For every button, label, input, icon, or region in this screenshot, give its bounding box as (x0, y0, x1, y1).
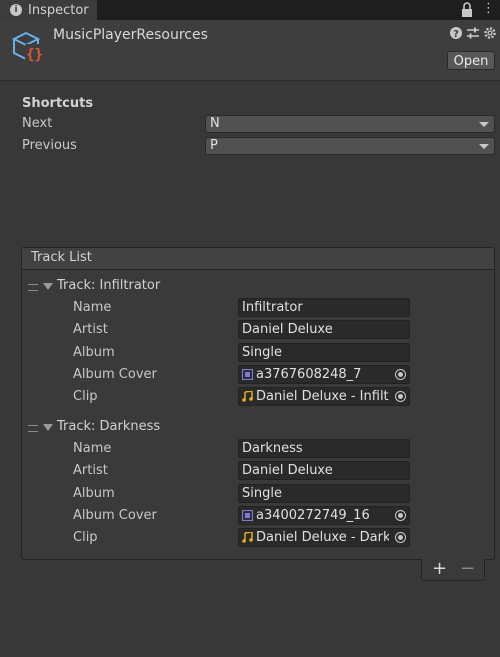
chevron-down-icon (479, 144, 489, 149)
previous-label: Previous (22, 138, 77, 153)
album-cover-value: a3767608248_7 (256, 367, 362, 382)
artist-field[interactable]: Daniel Deluxe (238, 320, 410, 339)
tab-inspector[interactable]: i Inspector (0, 0, 97, 20)
shortcuts-header: Shortcuts (22, 96, 94, 111)
object-picker-icon[interactable] (395, 532, 406, 543)
foldout-arrow-icon[interactable] (43, 283, 53, 290)
album-cover-value: a3400272749_16 (256, 508, 370, 523)
name-field[interactable]: Darkness (238, 439, 410, 458)
track-foldout-title[interactable]: Track: Infiltrator (57, 278, 160, 293)
tab-bar: i Inspector ⋮ (0, 0, 500, 20)
asset-title: MusicPlayerResources (53, 27, 208, 43)
album-field[interactable]: Single (238, 343, 410, 362)
track-list-header[interactable]: Track List (22, 248, 494, 270)
object-picker-icon[interactable] (395, 369, 406, 380)
clip-field[interactable]: Daniel Deluxe - Infiltrator (238, 387, 410, 406)
previous-key-value: P (210, 138, 218, 153)
drag-handle-icon[interactable] (28, 284, 38, 291)
clip-value: Daniel Deluxe - Infiltrator (256, 389, 389, 404)
info-icon: i (10, 4, 22, 16)
artist-field[interactable]: Daniel Deluxe (238, 461, 410, 480)
sprite-icon (242, 510, 253, 521)
name-field[interactable]: Infiltrator (238, 298, 410, 317)
clip-label: Clip (73, 530, 98, 545)
lock-icon[interactable] (460, 2, 474, 18)
album-label: Album (73, 486, 115, 501)
artist-label: Artist (73, 322, 108, 337)
next-key-value: N (210, 116, 220, 131)
list-footer: + − (421, 559, 485, 581)
audio-clip-icon (242, 532, 253, 543)
object-picker-icon[interactable] (395, 391, 406, 402)
preset-sliders-icon[interactable] (466, 26, 480, 40)
svg-text:?: ? (453, 29, 459, 40)
remove-element-button[interactable]: − (460, 559, 475, 579)
album-cover-label: Album Cover (73, 508, 157, 523)
tab-label: Inspector (28, 2, 89, 18)
clip-value: Daniel Deluxe - Darkness (256, 530, 389, 545)
sprite-icon (242, 369, 253, 380)
script-asset-icon: {} (11, 31, 44, 63)
clip-label: Clip (73, 389, 98, 404)
kebab-menu-icon[interactable]: ⋮ (482, 2, 495, 18)
clip-field[interactable]: Daniel Deluxe - Darkness (238, 528, 410, 547)
chevron-down-icon (479, 122, 489, 127)
audio-clip-icon (242, 391, 253, 402)
previous-key-dropdown[interactable]: P (205, 137, 495, 155)
album-cover-label: Album Cover (73, 367, 157, 382)
gear-icon[interactable] (483, 26, 497, 40)
svg-text:{}: {} (26, 47, 43, 63)
object-picker-icon[interactable] (395, 510, 406, 521)
drag-handle-icon[interactable] (28, 425, 38, 432)
album-label: Album (73, 345, 115, 360)
name-label: Name (73, 441, 112, 456)
help-icon[interactable]: ? (449, 26, 463, 40)
foldout-arrow-icon[interactable] (43, 424, 53, 431)
name-label: Name (73, 300, 112, 315)
inspector-header: {} MusicPlayerResources ? Open (0, 20, 500, 81)
album-cover-field[interactable]: a3767608248_7 (238, 365, 410, 384)
open-button[interactable]: Open (447, 51, 495, 70)
artist-label: Artist (73, 463, 108, 478)
track-foldout-title[interactable]: Track: Darkness (57, 419, 160, 434)
next-key-dropdown[interactable]: N (205, 115, 495, 133)
next-label: Next (22, 116, 53, 131)
album-field[interactable]: Single (238, 484, 410, 503)
add-element-button[interactable]: + (432, 559, 447, 579)
album-cover-field[interactable]: a3400272749_16 (238, 506, 410, 525)
track-list-title: Track List (31, 250, 92, 265)
